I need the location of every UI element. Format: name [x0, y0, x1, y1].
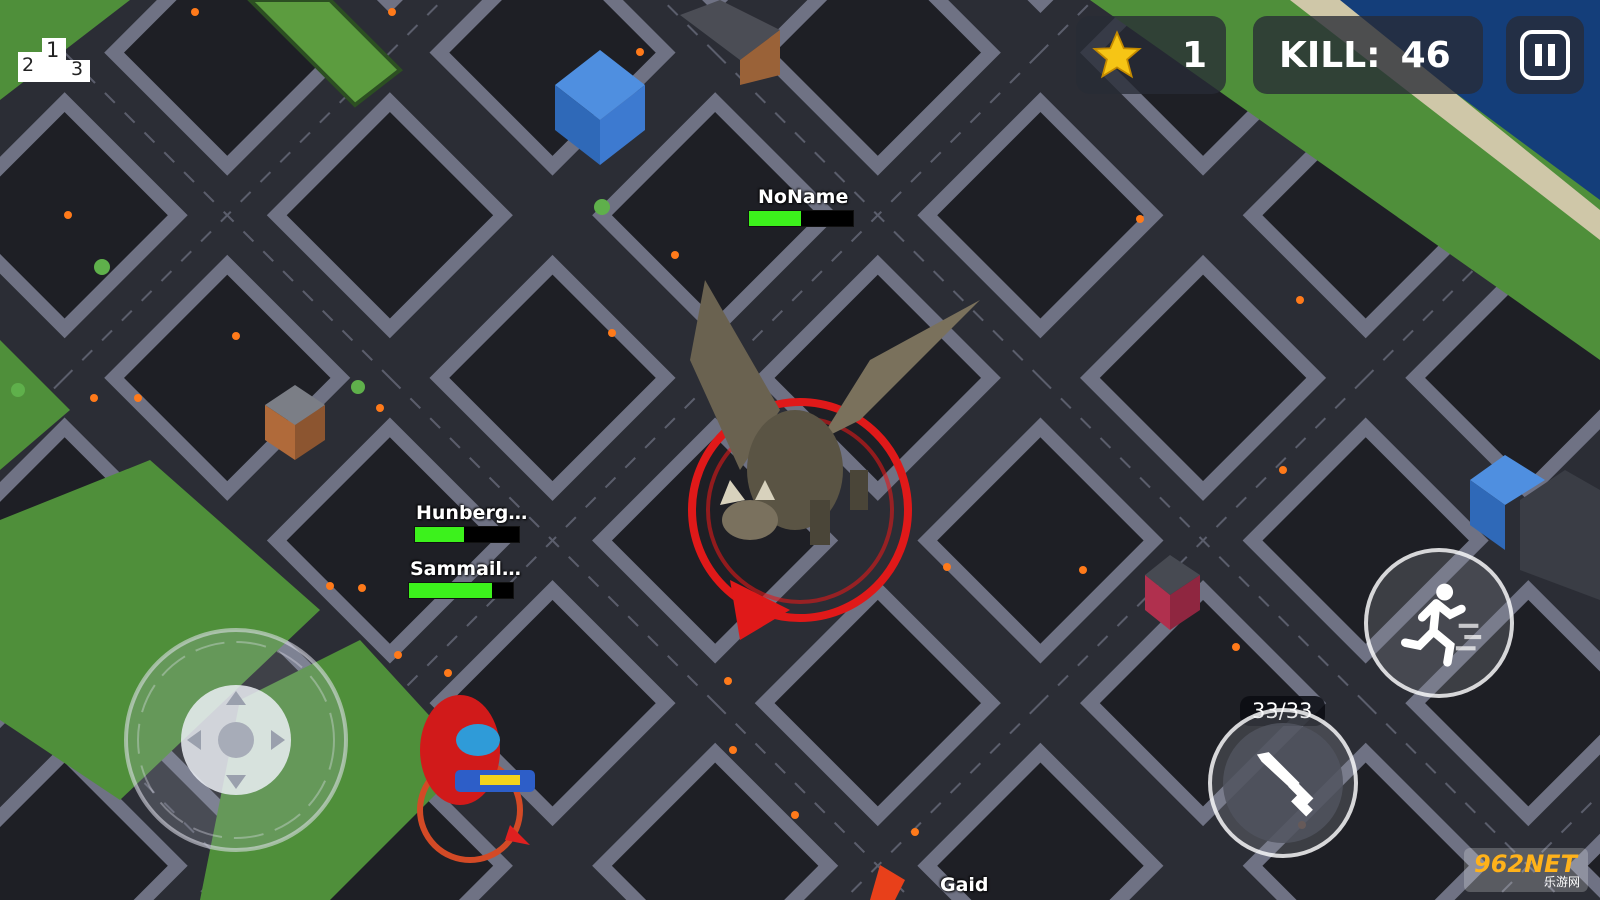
pause-button[interactable] [1506, 16, 1584, 94]
player-name-hunberg: Hunberg… [416, 502, 528, 524]
site-watermark: 962NET 乐游网 [1464, 848, 1588, 892]
kill-count: 46 [1400, 34, 1451, 76]
pause-icon [1520, 30, 1570, 80]
tree [11, 383, 25, 397]
health-bar-noname [748, 210, 854, 227]
health-fill [415, 527, 464, 542]
health-fill [409, 583, 493, 598]
podium-rank-1: 1 [46, 38, 60, 62]
attack-button[interactable] [1208, 708, 1358, 858]
player-name-gaid: Gaid [940, 874, 989, 896]
player-name-noname: NoName [758, 186, 849, 208]
sprint-button[interactable] [1364, 548, 1514, 698]
kill-label: KILL: [1279, 34, 1381, 76]
health-fill [749, 211, 801, 226]
sword-icon [1256, 752, 1314, 817]
podium-rank-2: 2 [22, 54, 35, 76]
leaderboard-podium-icon[interactable]: 2 1 3 [18, 26, 90, 82]
tree [94, 259, 110, 275]
star-counter: 1 [1076, 16, 1226, 94]
kill-counter: KILL: 46 [1253, 16, 1483, 94]
health-bar-sammail [408, 582, 514, 599]
tree [594, 199, 610, 215]
star-count: 1 [1182, 34, 1208, 76]
tree [351, 380, 365, 394]
star-icon [1092, 30, 1142, 79]
dpad-icon[interactable] [181, 685, 291, 795]
podium-rank-3: 3 [71, 58, 84, 80]
watermark-sub: 乐游网 [1543, 875, 1580, 889]
player-name-sammail: Sammail… [410, 558, 521, 580]
running-man-icon [1401, 583, 1482, 667]
health-bar-hunberg [414, 526, 520, 543]
